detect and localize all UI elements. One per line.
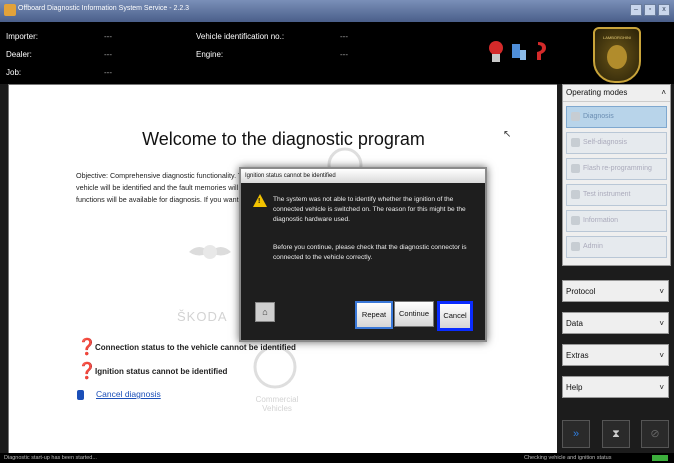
window-title: Offboard Diagnostic Information System S… <box>18 5 190 12</box>
operating-modes-label: Operating modes <box>566 88 628 97</box>
app-icon <box>4 4 16 16</box>
admin-icon <box>571 242 580 251</box>
mode-admin[interactable]: Admin <box>566 236 667 258</box>
vin-value: --- <box>340 32 348 41</box>
mode-label: Flash re-programming <box>583 165 652 172</box>
mode-information[interactable]: Information <box>566 210 667 232</box>
operating-modes-header[interactable]: Operating modes ˄ <box>563 85 670 102</box>
cancel-diagnosis-text[interactable]: Cancel diagnosis <box>96 389 161 399</box>
close-button[interactable]: x <box>658 4 670 16</box>
mode-test-instrument[interactable]: Test instrument <box>566 184 667 206</box>
mode-label: Information <box>583 217 619 224</box>
status-right: Checking vehicle and ignition status <box>524 455 612 461</box>
welcome-heading: Welcome to the diagnostic program <box>142 129 425 149</box>
logo-area: LAMBORGHINI <box>556 22 674 84</box>
commercial-vehicles-watermark: Commercial Vehicles <box>255 395 299 413</box>
dialog-title: Ignition status cannot be identified <box>241 169 485 183</box>
ignition-dialog: Ignition status cannot be identified ! T… <box>239 167 487 342</box>
warning-icon: ! <box>253 194 267 207</box>
mode-self-diagnosis[interactable]: Self-diagnosis <box>566 132 667 154</box>
ignition-status: ❓Ignition status cannot be identified <box>77 363 228 380</box>
vehicle-info-header: Importer: --- Dealer: --- Job: --- Vehic… <box>0 22 556 84</box>
connection-status: ❓Connection status to the vehicle cannot… <box>77 339 296 356</box>
vin-label: Vehicle identification no.: <box>196 32 285 41</box>
status-bar: Diagnostic start-up has been started... … <box>0 453 674 463</box>
mode-label: Diagnosis <box>583 113 614 120</box>
dialog-buttons: ⌂ Repeat Continue Cancel <box>241 297 485 331</box>
expand-icon[interactable]: ˅ <box>659 313 664 335</box>
mode-label: Admin <box>583 243 603 250</box>
vehicle-warning-icon[interactable] <box>489 41 503 62</box>
dealer-label: Dealer: <box>6 50 32 59</box>
ignition-status-text: Ignition status cannot be identified <box>95 367 228 377</box>
ignition-warning-icon[interactable] <box>537 42 546 60</box>
help-label: Help <box>566 383 583 392</box>
diagnostic-hardware-icon[interactable] <box>512 44 526 60</box>
sidebar: Operating modes ˄ Diagnosis Self-diagnosi… <box>557 84 674 453</box>
mode-flash-reprogramming[interactable]: Flash re-programming <box>566 158 667 180</box>
mode-diagnosis[interactable]: Diagnosis <box>566 106 667 128</box>
expand-icon[interactable]: ˅ <box>659 377 664 399</box>
diagnosis-icon <box>571 112 580 121</box>
dialog-message: The system was not able to identify whet… <box>273 196 466 223</box>
maximize-button[interactable]: ▫ <box>644 4 656 16</box>
lamborghini-logo: LAMBORGHINI <box>593 27 641 83</box>
engine-label: Engine: <box>196 50 224 59</box>
protocol-panel[interactable]: Protocol ˅ <box>562 280 669 302</box>
dealer-value: --- <box>104 50 112 59</box>
mouse-cursor-icon: ↖ <box>503 129 512 140</box>
cancel-button[interactable]: Cancel <box>437 301 473 331</box>
bull-emblem-icon <box>607 45 627 69</box>
expand-icon[interactable]: ˅ <box>659 281 664 303</box>
mode-label: Test instrument <box>583 191 631 198</box>
cancel-diagnosis-icon <box>77 389 84 400</box>
importer-value: --- <box>104 32 112 41</box>
continue-button[interactable]: Continue <box>394 301 434 327</box>
test-instrument-icon <box>571 190 580 199</box>
mode-label: Self-diagnosis <box>583 139 627 146</box>
data-panel[interactable]: Data ˅ <box>562 312 669 334</box>
self-diagnosis-icon <box>571 138 580 147</box>
data-label: Data <box>566 319 583 328</box>
flash-icon <box>571 164 580 173</box>
engine-value: --- <box>340 50 348 59</box>
dialog-body: ! The system was not able to identify wh… <box>241 185 485 293</box>
minimize-button[interactable]: – <box>630 4 642 16</box>
importer-label: Importer: <box>6 32 39 41</box>
cancel-diagnosis-link[interactable]: Cancel diagnosis <box>77 389 161 400</box>
job-value: --- <box>104 68 112 77</box>
sidebar-action-buttons: » ⧗ ⊘ <box>562 420 669 448</box>
protocol-label: Protocol <box>566 287 596 296</box>
extras-label: Extras <box>566 351 589 360</box>
information-icon <box>571 216 580 225</box>
connection-warning-icon: ❓ <box>77 339 97 356</box>
status-left: Diagnostic start-up has been started... <box>4 455 97 461</box>
logo-text: LAMBORGHINI <box>602 35 631 40</box>
expand-icon[interactable]: ˅ <box>659 345 664 367</box>
forward-button[interactable]: » <box>562 420 590 448</box>
skoda-watermark: ŠKODA <box>177 309 228 324</box>
dialog-message: Before you continue, please check that t… <box>273 244 467 261</box>
toolbar-icons <box>484 38 554 64</box>
hourglass-button[interactable]: ⧗ <box>602 420 630 448</box>
ignition-warning-icon: ❓ <box>77 363 97 380</box>
help-panel[interactable]: Help ˅ <box>562 376 669 398</box>
bentley-watermark-icon <box>189 237 231 267</box>
stop-button[interactable]: ⊘ <box>641 420 669 448</box>
status-indicator <box>652 455 668 461</box>
dialog-info-icon[interactable]: ⌂ <box>255 302 275 322</box>
title-bar: Offboard Diagnostic Information System S… <box>0 0 674 22</box>
job-label: Job: <box>6 68 22 77</box>
repeat-button[interactable]: Repeat <box>355 301 393 329</box>
collapse-icon[interactable]: ˄ <box>661 85 666 101</box>
operating-modes-panel: Operating modes ˄ Diagnosis Self-diagnosi… <box>562 84 671 266</box>
extras-panel[interactable]: Extras ˅ <box>562 344 669 366</box>
connection-status-text: Connection status to the vehicle cannot … <box>95 343 296 353</box>
